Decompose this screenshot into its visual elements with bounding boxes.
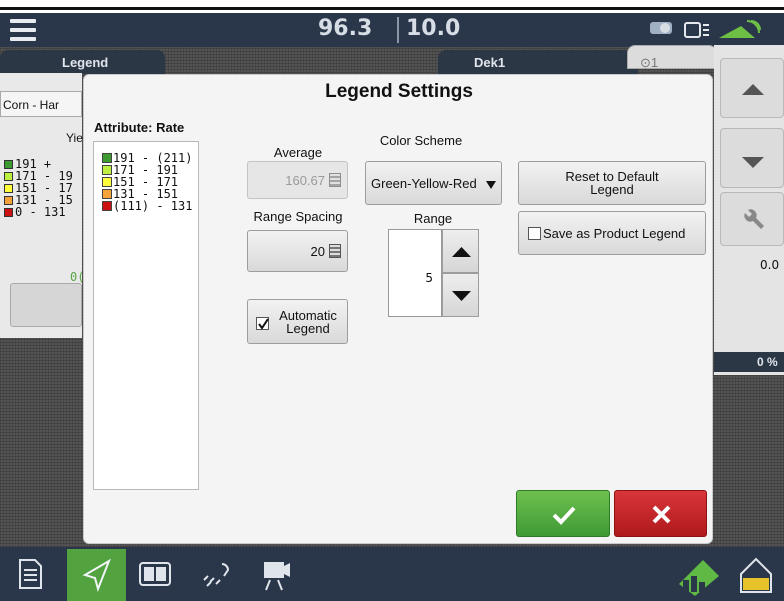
tab-legend-label: Legend xyxy=(62,55,109,70)
color-scheme-dropdown[interactable]: Green-Yellow-Red xyxy=(365,161,502,205)
legend-swatch xyxy=(4,196,13,205)
legend-swatch xyxy=(4,160,13,169)
camera-icon xyxy=(264,562,290,591)
legend-row: 151 - 171 xyxy=(102,175,178,189)
tab-product-label: ⊙1 xyxy=(640,55,659,70)
nav-seed-button[interactable] xyxy=(192,550,240,598)
nav-document-button[interactable] xyxy=(6,550,54,598)
legend-row: (111) - 131 xyxy=(102,199,193,213)
nav-camera-button[interactable] xyxy=(252,550,300,598)
width-readout: 10.0 xyxy=(406,16,461,41)
crop-selector[interactable]: Corn - Har xyxy=(0,91,82,117)
range-label: Range xyxy=(413,211,453,226)
split-view-icon xyxy=(139,562,171,586)
save-product-legend-checkbox[interactable] xyxy=(528,227,541,240)
legend-preview-box: 191 - (211) 171 - 191 151 - 171 131 - 15… xyxy=(93,141,199,490)
legend-swatch xyxy=(4,184,13,193)
home-icon xyxy=(740,557,772,593)
legend-row: 131 - 151 xyxy=(102,187,178,201)
range-spacing-value: 20 xyxy=(310,244,325,259)
nav-home-button[interactable] xyxy=(732,550,780,598)
left-legend-panel: Corn - Har Yie 191 + 171 - 19 151 - 17 1… xyxy=(0,73,84,338)
chevron-down-icon xyxy=(486,181,496,189)
ok-button[interactable] xyxy=(516,490,610,537)
arrow-down-icon xyxy=(742,157,764,168)
tab-dek-label: Dek1 xyxy=(474,55,506,70)
menu-icon[interactable] xyxy=(10,19,36,41)
tab-dek[interactable]: Dek1 xyxy=(438,50,638,74)
range-spacing-field[interactable]: 20 xyxy=(247,230,348,272)
nav-field-button[interactable] xyxy=(675,550,723,598)
legend-row: 171 - 191 xyxy=(102,163,178,177)
average-value: 160.67 xyxy=(285,173,325,188)
color-scheme-label: Color Scheme xyxy=(379,133,463,148)
tab-legend[interactable]: Legend xyxy=(0,50,165,74)
checkmark-icon xyxy=(552,506,576,525)
status-icons[interactable] xyxy=(643,16,783,44)
reset-legend-button[interactable]: Reset to Default Legend xyxy=(518,161,706,205)
document-icon xyxy=(19,559,42,589)
range-value: 5 xyxy=(425,271,433,285)
nav-split-view-button[interactable] xyxy=(131,550,179,598)
legend-swatch xyxy=(102,153,112,163)
satellite-icon xyxy=(650,20,761,38)
wrench-icon xyxy=(744,209,764,229)
screen: 96.3 10.0 Legend Dek1 ⊙1 Corn - Har Yie … xyxy=(0,0,784,601)
speed-readout: 96.3 xyxy=(318,16,373,41)
automatic-legend-label: Legend xyxy=(286,321,330,336)
check-icon xyxy=(258,318,269,330)
arrow-up-icon xyxy=(452,247,471,257)
seed-icon xyxy=(203,563,230,587)
save-product-legend-toggle[interactable]: Save as Product Legend xyxy=(518,211,706,255)
legend-item: 0 - 131 xyxy=(15,205,66,219)
range-input[interactable]: 5 xyxy=(388,229,442,317)
navigation-arrow-icon xyxy=(82,558,111,593)
arrow-up-icon xyxy=(742,84,764,95)
right-progress-label: 0 % xyxy=(757,355,778,369)
color-scheme-value: Green-Yellow-Red xyxy=(371,176,477,191)
range-spacing-label: Range Spacing xyxy=(253,209,343,224)
field-icon xyxy=(679,560,719,596)
legend-swatch xyxy=(102,189,112,199)
legend-swatch xyxy=(4,208,13,217)
dialog-title: Legend Settings xyxy=(325,81,473,102)
legend-row: 191 - (211) xyxy=(102,151,192,165)
range-decrease-button[interactable] xyxy=(442,273,479,317)
top-strip xyxy=(0,0,784,10)
status-divider xyxy=(397,17,399,43)
tab-product[interactable]: ⊙1 xyxy=(627,45,717,70)
cancel-button[interactable] xyxy=(614,490,707,537)
arrow-down-icon xyxy=(452,291,471,301)
left-tool-button[interactable] xyxy=(10,283,82,327)
average-label: Average xyxy=(273,145,323,160)
right-value: 0.0 xyxy=(760,258,780,272)
legend-swatch xyxy=(102,165,112,175)
automatic-legend-toggle[interactable]: Automatic Legend xyxy=(247,299,348,344)
attribute-label: Attribute: Rate xyxy=(94,120,185,135)
automatic-legend-checkbox[interactable] xyxy=(256,317,269,330)
scroll-down-button[interactable] xyxy=(720,128,784,188)
nav-map-button[interactable] xyxy=(67,549,126,601)
range-increase-button[interactable] xyxy=(442,229,479,273)
legend-row-label: (111) - 131 xyxy=(113,199,193,213)
crop-label: Corn - Har xyxy=(3,98,60,112)
calculator-icon xyxy=(329,173,341,187)
calculator-icon xyxy=(329,244,341,258)
yield-heading: Yie xyxy=(66,131,83,145)
save-product-legend-label: Save as Product Legend xyxy=(543,226,686,241)
reset-legend-label: Legend xyxy=(590,182,634,197)
legend-settings-dialog: Legend Settings Attribute: Rate 191 - (2… xyxy=(83,74,713,544)
legend-swatch xyxy=(4,172,13,181)
right-progress-bar: 0 % xyxy=(714,352,784,372)
scroll-up-button[interactable] xyxy=(720,58,784,118)
legend-swatch xyxy=(102,177,112,187)
average-field: 160.67 xyxy=(247,161,348,199)
legend-swatch xyxy=(102,201,112,211)
wrench-button[interactable] xyxy=(720,192,784,246)
close-icon xyxy=(652,505,671,524)
